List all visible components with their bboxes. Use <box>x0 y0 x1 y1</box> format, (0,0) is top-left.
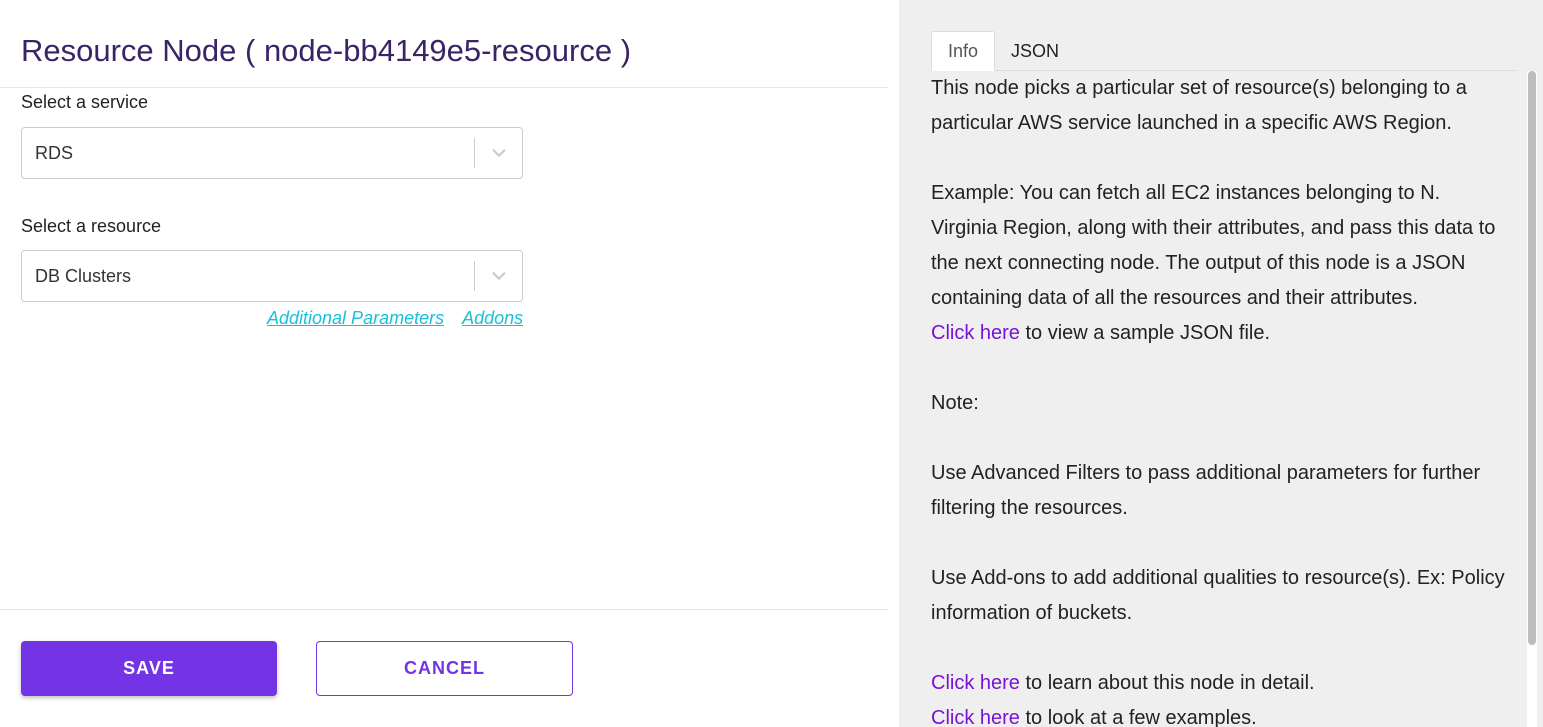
resource-select-value: DB Clusters <box>35 265 132 286</box>
info-filters: Use Advanced Filters to pass additional … <box>931 462 1481 519</box>
info-examples: Click here to look at a few examples. <box>931 701 1511 727</box>
chevron-down-icon[interactable] <box>475 144 522 162</box>
page-title: Resource Node ( node-bb4149e5-resource ) <box>21 33 632 68</box>
tab-json[interactable]: JSON <box>995 31 1075 71</box>
tab-info[interactable]: Info <box>931 31 996 71</box>
panel-scrollbar[interactable] <box>1527 71 1537 727</box>
service-label: Select a service <box>21 92 149 112</box>
info-panel: Info JSON This node picks a particular s… <box>899 0 1543 727</box>
form-links: Additional Parameters Addons <box>267 308 523 329</box>
info-intro: This node picks a particular set of reso… <box>931 77 1467 134</box>
learn-more-text: to learn about this node in detail. <box>1019 672 1315 694</box>
save-button[interactable]: SAVE <box>21 641 277 696</box>
footer-divider <box>0 609 888 610</box>
resource-select[interactable]: DB Clusters <box>21 250 523 302</box>
panel-tabs: Info JSON <box>931 31 1517 71</box>
node-config-form: Resource Node ( node-bb4149e5-resource )… <box>0 0 899 727</box>
sample-json-text: to view a sample JSON file. <box>1019 322 1271 344</box>
info-learn: Click here to learn about this node in d… <box>931 666 1511 701</box>
service-select[interactable]: RDS <box>21 127 523 179</box>
chevron-down-icon[interactable] <box>475 267 522 285</box>
learn-more-link[interactable]: Click here <box>931 672 1020 694</box>
examples-text: to look at a few examples. <box>1019 707 1257 727</box>
addons-link[interactable]: Addons <box>462 308 523 329</box>
info-note: Note: <box>931 392 979 414</box>
sample-json-link[interactable]: Click here <box>931 322 1020 344</box>
info-example-text: Example: You can fetch all EC2 instances… <box>931 182 1496 309</box>
examples-link[interactable]: Click here <box>931 707 1020 727</box>
info-addons: Use Add-ons to add additional qualities … <box>931 567 1505 624</box>
info-content: This node picks a particular set of reso… <box>931 71 1511 727</box>
info-example: Example: You can fetch all EC2 instances… <box>931 176 1511 351</box>
additional-parameters-link[interactable]: Additional Parameters <box>267 308 444 329</box>
header-divider <box>0 87 888 88</box>
service-select-value: RDS <box>35 142 74 163</box>
resource-label: Select a resource <box>21 216 162 236</box>
scrollbar-thumb[interactable] <box>1528 71 1536 645</box>
cancel-button[interactable]: CANCEL <box>316 641 573 696</box>
